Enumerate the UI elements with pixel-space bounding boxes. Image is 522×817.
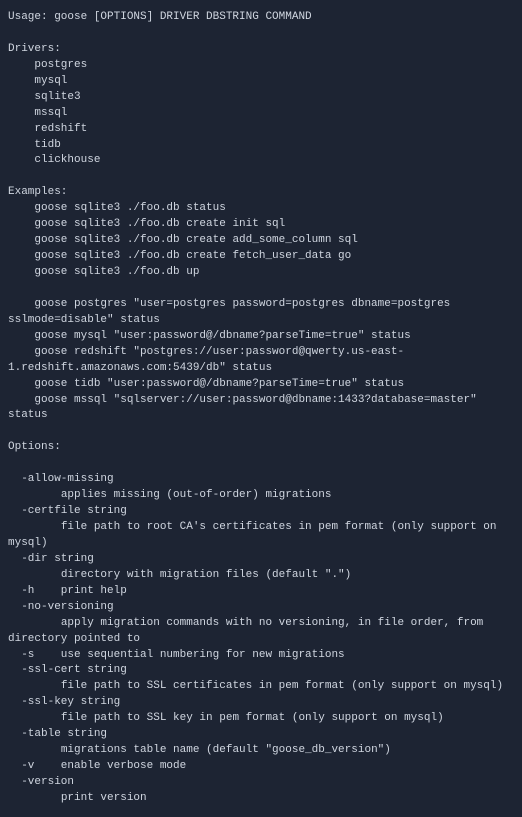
goose-help-output: Usage: goose [OPTIONS] DRIVER DBSTRING C… [0,0,522,817]
